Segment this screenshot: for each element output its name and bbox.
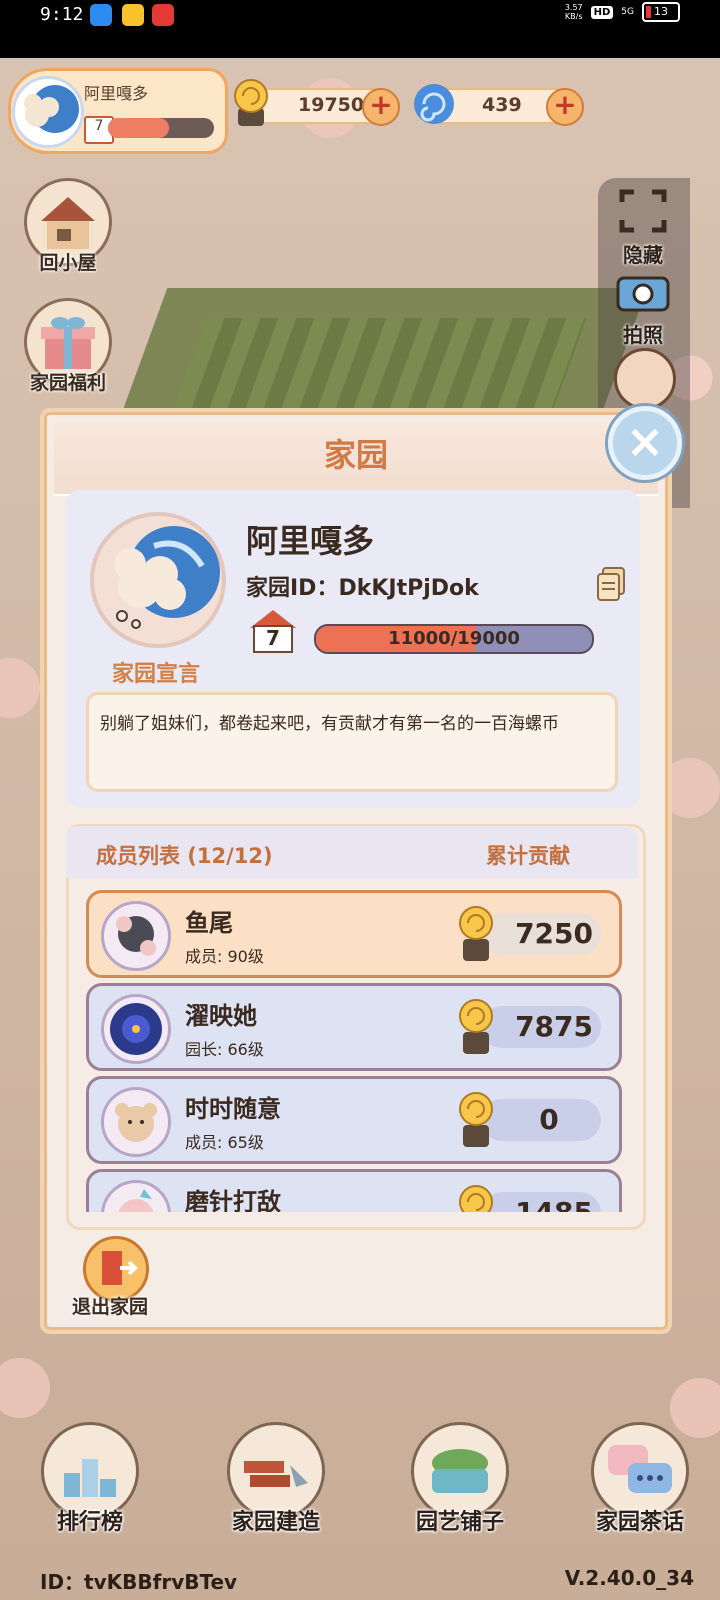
signal-icon: 5G [621, 7, 634, 17]
exit-home-button[interactable]: 退出家园 [72, 1236, 156, 1319]
snail-coin-icon [459, 1185, 493, 1212]
exit-home-label: 退出家园 [71, 1296, 148, 1318]
contribution-title: 累计贡献 [486, 844, 570, 868]
profile-progress-bar [108, 118, 214, 138]
profile-avatar[interactable] [12, 76, 84, 148]
home-xp-bar: 11000/19000 [314, 624, 594, 654]
nav-home-build[interactable]: 家园建造 [216, 1422, 336, 1536]
member-avatar [101, 994, 171, 1064]
snail-coin-icon [459, 999, 493, 1054]
network-speed: 3.57 KB/s [564, 3, 583, 21]
home-id-value: DkKJtPjDok [338, 576, 479, 601]
member-avatar [101, 901, 171, 971]
app-notification-icon [122, 4, 144, 26]
return-cabin-button[interactable]: 回小屋 [20, 178, 116, 275]
profile-name: 阿里嘎多 [84, 84, 149, 103]
modal-title: 家园 [323, 436, 388, 474]
hd-icon: HD [590, 5, 614, 19]
profile-progress-fill [108, 118, 170, 138]
nav-garden-shop[interactable]: 园艺铺子 [400, 1422, 520, 1536]
member-avatar [101, 1180, 171, 1212]
member-role-level: 成员: 65级 [185, 1133, 264, 1152]
nav-home-build-label: 家园建造 [231, 1510, 320, 1535]
nav-garden-shop-label: 园艺铺子 [415, 1510, 504, 1535]
hide-ui-label: 隐藏 [623, 243, 663, 267]
cloud-wave-icon [114, 526, 220, 629]
battery-icon: 13 [642, 2, 680, 22]
hide-ui-button[interactable]: 隐藏 [608, 188, 678, 268]
declaration-text: 别躺了姐妹们，都卷起来吧，有贡献才有第一名的一百海螺币 [100, 714, 559, 734]
members-title: 成员列表 (12/12) [96, 844, 273, 868]
return-cabin-label: 回小屋 [39, 252, 97, 274]
close-button[interactable]: × [608, 406, 682, 480]
snail-coin-icon [234, 79, 268, 126]
cloud-wave-icon [24, 85, 79, 133]
add-coin-button[interactable]: + [362, 88, 400, 126]
blue-swirl-gem-icon [414, 84, 454, 124]
blue-gem-value: 439 [482, 94, 522, 116]
nav-ranking[interactable]: 排行榜 [30, 1422, 150, 1536]
member-avatar [101, 1087, 171, 1157]
member-name: 濯映她 [185, 1002, 257, 1030]
photo-button[interactable]: 拍照 [608, 270, 678, 348]
blossom-decoration [0, 658, 40, 718]
home-id-row: 家园ID：DkKJtPjDok [246, 570, 479, 602]
frame-corners-icon [619, 189, 667, 233]
declaration-label[interactable]: 家园宣言 [100, 656, 212, 688]
character-avatar-icon[interactable] [614, 348, 676, 410]
member-role-level: 园长: 66级 [185, 1040, 264, 1059]
home-xp-text: 11000/19000 [388, 628, 520, 649]
home-level-value: 7 [266, 626, 280, 650]
nav-ranking-label: 排行榜 [56, 1510, 123, 1535]
member-name: 鱼尾 [185, 909, 233, 937]
home-avatar [90, 512, 226, 648]
declaration-box [86, 692, 618, 792]
copy-icon[interactable] [596, 566, 626, 602]
player-id: ID：tvKBBfrvBTev [40, 1570, 238, 1594]
status-time: 9:12 [40, 4, 84, 25]
nav-home-chat[interactable]: 家园茶话 [580, 1422, 700, 1536]
list-item[interactable]: 濯映她 园长: 66级 7875 [86, 983, 622, 1071]
snail-coin-value: 19750 [298, 94, 365, 116]
home-welfare-label: 家园福利 [29, 372, 106, 394]
photo-label: 拍照 [623, 323, 663, 347]
home-welfare-button[interactable]: 家园福利 [20, 298, 116, 395]
camera-icon [616, 276, 670, 312]
member-name: 磨针打敌 [185, 1188, 281, 1212]
blossom-decoration [0, 1358, 50, 1418]
home-id-label: 家园ID： [246, 576, 339, 601]
list-item[interactable]: 鱼尾 成员: 90级 7250 [86, 890, 622, 978]
nav-home-chat-label: 家园茶话 [595, 1510, 684, 1535]
version-text: V.2.40.0_34 [564, 1566, 694, 1590]
member-name: 时时随意 [185, 1095, 281, 1123]
add-gem-button[interactable]: + [546, 88, 584, 126]
snail-coin-icon [459, 906, 493, 961]
snail-coin-icon [459, 1092, 493, 1147]
member-contribution: 0 [539, 1103, 559, 1136]
app-notification-icon [90, 4, 112, 26]
home-name: 阿里嘎多 [246, 522, 375, 560]
list-item[interactable]: 磨针打敌 1485 [86, 1169, 622, 1212]
member-role-level: 成员: 90级 [185, 947, 264, 966]
battery-level: 13 [654, 5, 668, 18]
list-item[interactable]: 时时随意 成员: 65级 0 [86, 1076, 622, 1164]
app-notification-icon [152, 4, 174, 26]
member-list[interactable]: 鱼尾 成员: 90级 7250 濯映她 园长: 66级 7875 时时随意 成员… [70, 880, 636, 1212]
status-bar: 9:12 3.57 KB/s HD 5G 13 [0, 0, 720, 58]
